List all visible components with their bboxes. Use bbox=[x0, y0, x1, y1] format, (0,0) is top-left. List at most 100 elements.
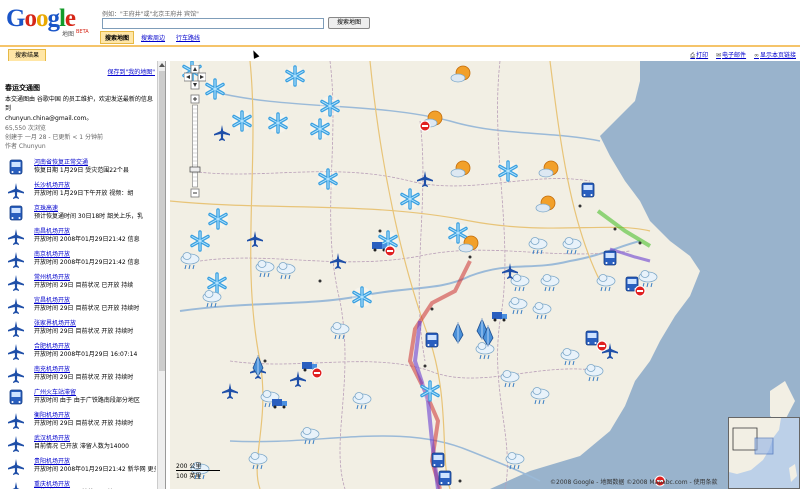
page-link[interactable]: ∞显示本页链接 bbox=[754, 52, 796, 59]
rain-icon[interactable] bbox=[560, 348, 580, 366]
road-closed-icon[interactable] bbox=[419, 120, 431, 132]
partly-cloudy-icon[interactable] bbox=[538, 160, 559, 178]
rain-icon[interactable] bbox=[530, 387, 550, 405]
tab-directions[interactable]: 行车路线 bbox=[172, 32, 204, 43]
plane-icon[interactable] bbox=[7, 274, 25, 292]
list-item[interactable]: 南充机场开放 开放时间 29日 目前状况 开放 持续时 bbox=[4, 364, 156, 387]
scrollbar-thumb[interactable] bbox=[159, 71, 165, 371]
rain-icon[interactable] bbox=[562, 237, 582, 255]
print-link[interactable]: ⎙打印 bbox=[690, 52, 708, 59]
rain-icon[interactable] bbox=[500, 370, 520, 388]
ice-warning-icon[interactable] bbox=[452, 322, 464, 344]
list-item[interactable]: 广州火车站滞留 开放时间 由于 由于广铁路南段部分地区 bbox=[4, 387, 156, 410]
zoom-control[interactable] bbox=[184, 65, 206, 205]
save-to-my-maps-link[interactable]: 保存到"我的地图" bbox=[107, 67, 155, 76]
rain-icon[interactable] bbox=[510, 274, 530, 292]
plane-icon[interactable] bbox=[7, 320, 25, 338]
zoom-slider[interactable] bbox=[189, 104, 201, 188]
rain-icon[interactable] bbox=[276, 262, 296, 280]
snow-icon[interactable] bbox=[398, 187, 422, 211]
zoom-in-button[interactable] bbox=[190, 94, 200, 104]
plane-icon[interactable] bbox=[7, 458, 25, 476]
plane-icon[interactable] bbox=[7, 297, 25, 315]
list-item[interactable]: 南昌机场开放 开放时间 2008年01月29日21:42 信息 bbox=[4, 226, 156, 249]
airport-plane-icon[interactable] bbox=[214, 125, 230, 141]
train-station-icon[interactable] bbox=[425, 332, 439, 348]
snow-icon[interactable] bbox=[318, 94, 342, 118]
map-layer[interactable] bbox=[170, 61, 800, 489]
overview-viewport[interactable] bbox=[754, 437, 774, 455]
train-station-icon[interactable] bbox=[581, 182, 595, 198]
plane-icon[interactable] bbox=[7, 481, 25, 489]
rain-icon[interactable] bbox=[248, 452, 268, 470]
airport-plane-icon[interactable] bbox=[290, 371, 306, 387]
snow-icon[interactable] bbox=[418, 379, 442, 403]
zoom-out-button[interactable] bbox=[190, 188, 200, 198]
search-input[interactable] bbox=[102, 18, 324, 29]
list-item[interactable]: 重庆机场开放开放时间 29日 目前状况 开放 bbox=[4, 479, 156, 489]
rain-icon[interactable] bbox=[255, 260, 275, 278]
plane-icon[interactable] bbox=[7, 251, 25, 269]
pan-arrows[interactable] bbox=[184, 65, 206, 90]
list-item[interactable]: 张家界机场开放 开放时间 29日 目前状况 开放 持续时 bbox=[4, 318, 156, 341]
bus-icon[interactable] bbox=[7, 159, 25, 177]
plane-icon[interactable] bbox=[7, 366, 25, 384]
list-item[interactable]: 常州机场开放 开放时间 29日 目前状况 已开放 持续 bbox=[4, 272, 156, 295]
snow-icon[interactable] bbox=[350, 285, 374, 309]
snow-icon[interactable] bbox=[188, 229, 212, 253]
rain-icon[interactable] bbox=[508, 297, 528, 315]
highway-truck-icon[interactable] bbox=[492, 312, 507, 322]
list-item[interactable]: 宜昌机场开放 开放时间 29日 目前状况 已开放 持续时 bbox=[4, 295, 156, 318]
snow-icon[interactable] bbox=[230, 109, 254, 133]
snow-icon[interactable] bbox=[308, 117, 332, 141]
rain-icon[interactable] bbox=[528, 237, 548, 255]
list-item[interactable]: 合肥机场开放 开放时间 2008年01月29日 16:07:14 bbox=[4, 341, 156, 364]
rain-icon[interactable] bbox=[540, 274, 560, 292]
overview-map[interactable] bbox=[728, 417, 800, 489]
plane-icon[interactable] bbox=[7, 228, 25, 246]
list-item[interactable]: 南京机场开放 开放时间 2008年01月29日21:42 信息 bbox=[4, 249, 156, 272]
zoom-slider-handle[interactable] bbox=[189, 166, 201, 173]
snow-icon[interactable] bbox=[266, 111, 290, 135]
rain-icon[interactable] bbox=[596, 274, 616, 292]
list-item[interactable]: 衡阳机场开放 开放时间 29日 目前状况 开放 持续时 bbox=[4, 410, 156, 433]
road-closed-icon[interactable] bbox=[384, 245, 396, 257]
rain-icon[interactable] bbox=[584, 364, 604, 382]
list-item[interactable]: 京珠高速 预计恢复通时间 30日18时 韶关上乐，乳 bbox=[4, 203, 156, 226]
highway-truck-icon[interactable] bbox=[272, 399, 287, 409]
list-item[interactable]: 武汉机场开放 目前情况 已开放 滞留人数为14000 bbox=[4, 433, 156, 456]
bus-icon[interactable] bbox=[7, 205, 25, 223]
partly-cloudy-icon[interactable] bbox=[450, 160, 471, 178]
rain-icon[interactable] bbox=[532, 302, 552, 320]
plane-icon[interactable] bbox=[7, 435, 25, 453]
rain-icon[interactable] bbox=[330, 322, 350, 340]
rain-icon[interactable] bbox=[300, 427, 320, 445]
snow-icon[interactable] bbox=[496, 159, 520, 183]
airport-plane-icon[interactable] bbox=[222, 383, 238, 399]
rain-icon[interactable] bbox=[180, 252, 200, 270]
list-item[interactable]: 长沙机场开放 开放时间 1月29日下午开放 视频：胡 bbox=[4, 180, 156, 203]
partly-cloudy-icon[interactable] bbox=[535, 195, 556, 213]
scroll-up-arrow-icon[interactable] bbox=[159, 62, 165, 68]
train-station-icon[interactable] bbox=[603, 250, 617, 266]
partly-cloudy-icon[interactable] bbox=[450, 65, 471, 83]
snow-icon[interactable] bbox=[316, 167, 340, 191]
rain-icon[interactable] bbox=[475, 342, 495, 360]
search-map-button[interactable]: 搜索地图 bbox=[328, 17, 370, 29]
sidebar-scrollbar[interactable] bbox=[157, 61, 165, 489]
map-canvas[interactable]: 200 公里 100 英里 ©2008 Google - 地图数据 ©2008 … bbox=[170, 61, 800, 489]
train-station-icon[interactable] bbox=[585, 330, 599, 346]
bus-icon[interactable] bbox=[7, 389, 25, 407]
airport-plane-icon[interactable] bbox=[417, 171, 433, 187]
tab-search-map[interactable]: 搜索地图 bbox=[100, 31, 135, 44]
list-item[interactable]: 河南省恢复正常交通 恢复日期 1月29日 受灾范围22个县 bbox=[4, 157, 156, 180]
list-item[interactable]: 贵阳机场开放 开放时间 2008年01月29日21:42 新华网 更多信 bbox=[4, 456, 156, 479]
tab-search-results[interactable]: 搜索结果 bbox=[8, 49, 46, 61]
snow-icon[interactable] bbox=[205, 271, 229, 295]
plane-icon[interactable] bbox=[7, 182, 25, 200]
snow-icon[interactable] bbox=[203, 77, 227, 101]
snow-icon[interactable] bbox=[206, 207, 230, 231]
road-closed-icon[interactable] bbox=[634, 285, 646, 297]
road-closed-icon[interactable] bbox=[311, 367, 323, 379]
road-closed-icon[interactable] bbox=[596, 340, 608, 352]
